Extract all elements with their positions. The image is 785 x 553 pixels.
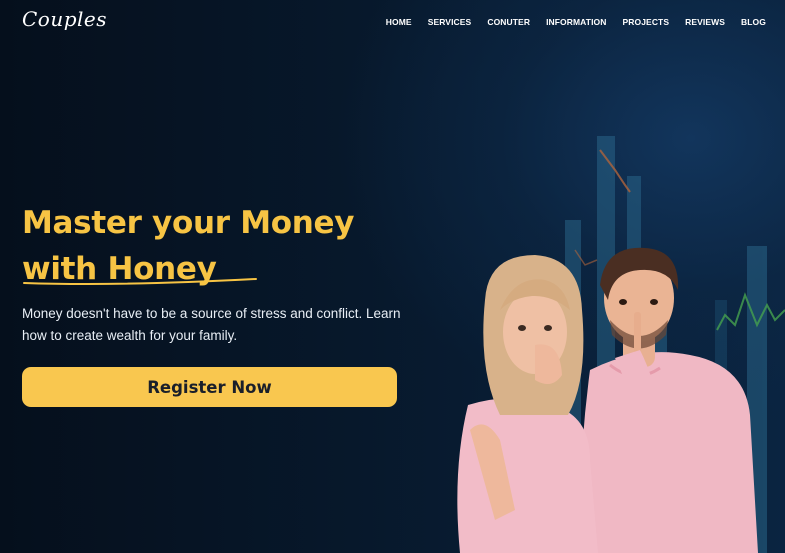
main-nav: HOME SERVICES CONUTER INFORMATION PROJEC…	[370, 17, 766, 27]
nav-projects[interactable]: PROJECTS	[623, 17, 670, 27]
nav-home[interactable]: HOME	[386, 17, 412, 27]
woman-figure	[457, 255, 598, 553]
man-figure	[579, 247, 758, 553]
hero-description: Money doesn't have to be a source of str…	[22, 306, 401, 343]
nav-blog[interactable]: BLOG	[741, 17, 766, 27]
nav-services[interactable]: SERVICES	[428, 17, 472, 27]
nav-information[interactable]: INFORMATION	[546, 17, 606, 27]
nav-counter[interactable]: CONUTER	[487, 17, 530, 27]
site-header: Couples HOME SERVICES CONUTER INFORMATIO…	[0, 0, 785, 45]
brand-logo[interactable]: Couples	[22, 7, 107, 31]
nav-reviews[interactable]: REVIEWS	[685, 17, 725, 27]
couple-shush-photo	[457, 247, 758, 553]
register-now-button[interactable]: Register Now	[22, 367, 397, 407]
hero-title-line1: Master your Money	[22, 205, 355, 241]
title-underline-decoration	[23, 278, 257, 285]
